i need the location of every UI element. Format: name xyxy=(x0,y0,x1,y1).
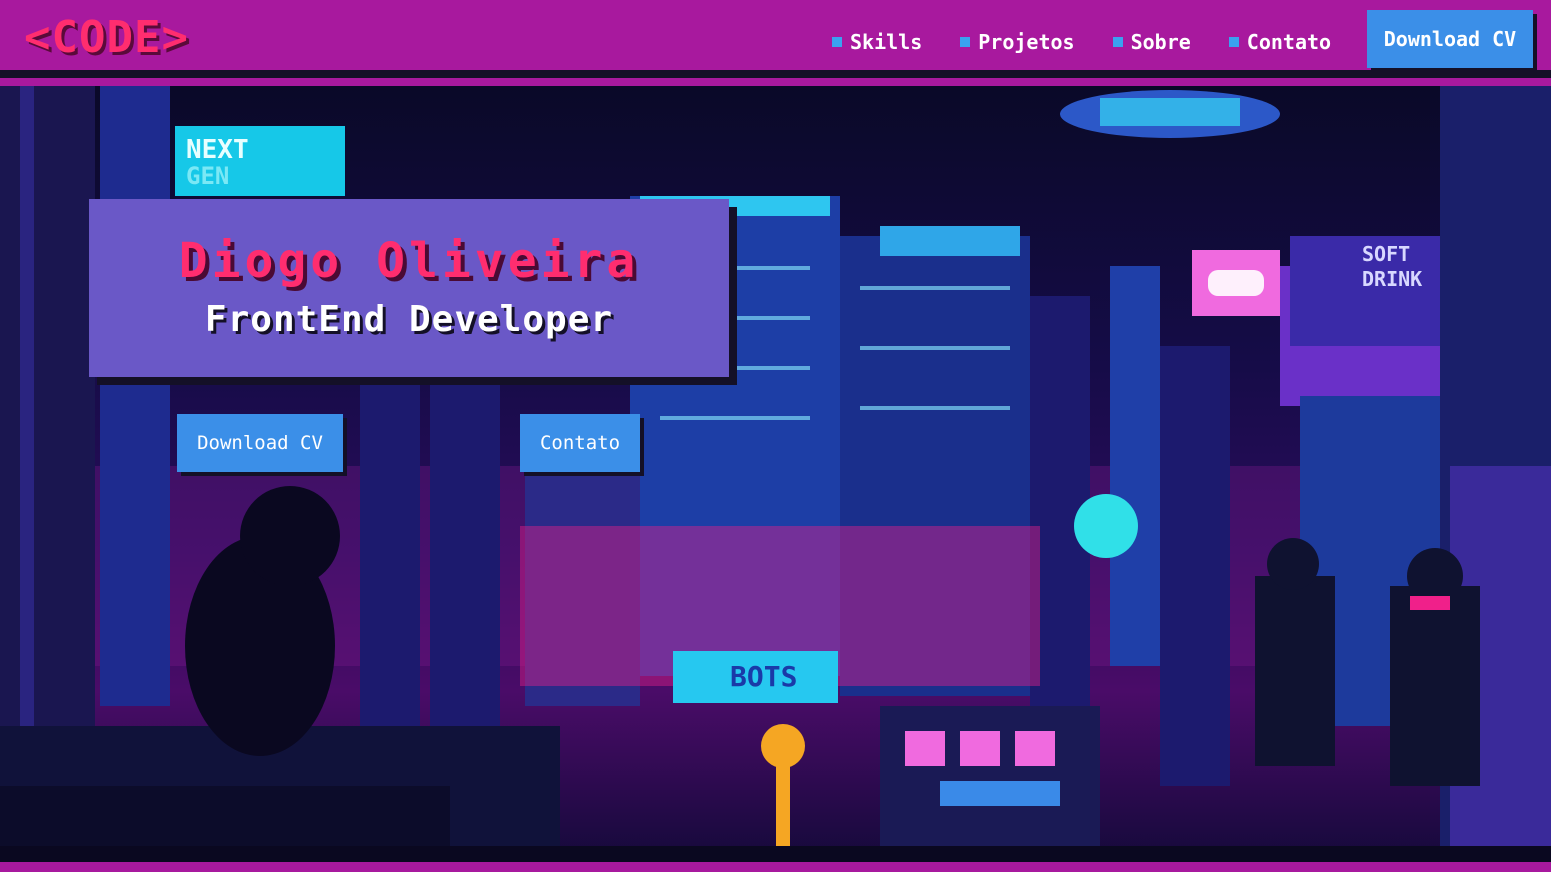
square-bullet-icon xyxy=(960,37,971,47)
square-bullet-icon xyxy=(832,37,842,47)
nav-item-label: Contato xyxy=(1246,30,1332,54)
nav-item-sobre[interactable]: Sobre xyxy=(1112,30,1191,54)
developer-role: FrontEnd Developer xyxy=(204,299,614,340)
nav-item-label: Skills xyxy=(850,30,923,54)
bottom-border xyxy=(0,862,1551,872)
developer-name: Diogo Oliveira xyxy=(178,233,640,289)
nav-item-skills[interactable]: Skills xyxy=(832,30,922,54)
drink-sign-text: DRINK xyxy=(1362,267,1422,291)
soft-sign-text: SOFT xyxy=(1362,242,1410,266)
square-bullet-icon xyxy=(1228,37,1239,47)
nav-item-contato[interactable]: Contato xyxy=(1228,30,1332,54)
gen-sign-text: GEN xyxy=(186,162,229,190)
site-header: <CODE> Skills Projetos Sobre Contato Dow… xyxy=(0,0,1551,78)
bots-sign-text: BOTS xyxy=(730,660,797,693)
hero-title-card: Diogo Oliveira FrontEnd Developer xyxy=(89,199,729,377)
hero-contact-button[interactable]: Contato xyxy=(520,414,640,472)
logo[interactable]: <CODE> xyxy=(24,12,189,63)
main-nav: Skills Projetos Sobre Contato xyxy=(832,30,1331,54)
page: <CODE> Skills Projetos Sobre Contato Dow… xyxy=(0,0,1551,872)
hero-download-cv-button[interactable]: Download CV xyxy=(177,414,343,472)
next-sign-text: NEXT xyxy=(186,135,249,165)
hero-section: NEXT GEN SOFT DRINK BOTS Diogo Oliveira … xyxy=(0,86,1551,862)
nav-item-projetos[interactable]: Projetos xyxy=(960,30,1075,54)
nav-item-label: Projetos xyxy=(978,30,1075,54)
square-bullet-icon xyxy=(1112,37,1123,47)
header-download-cv-button[interactable]: Download CV xyxy=(1367,10,1533,68)
nav-item-label: Sobre xyxy=(1130,30,1191,54)
